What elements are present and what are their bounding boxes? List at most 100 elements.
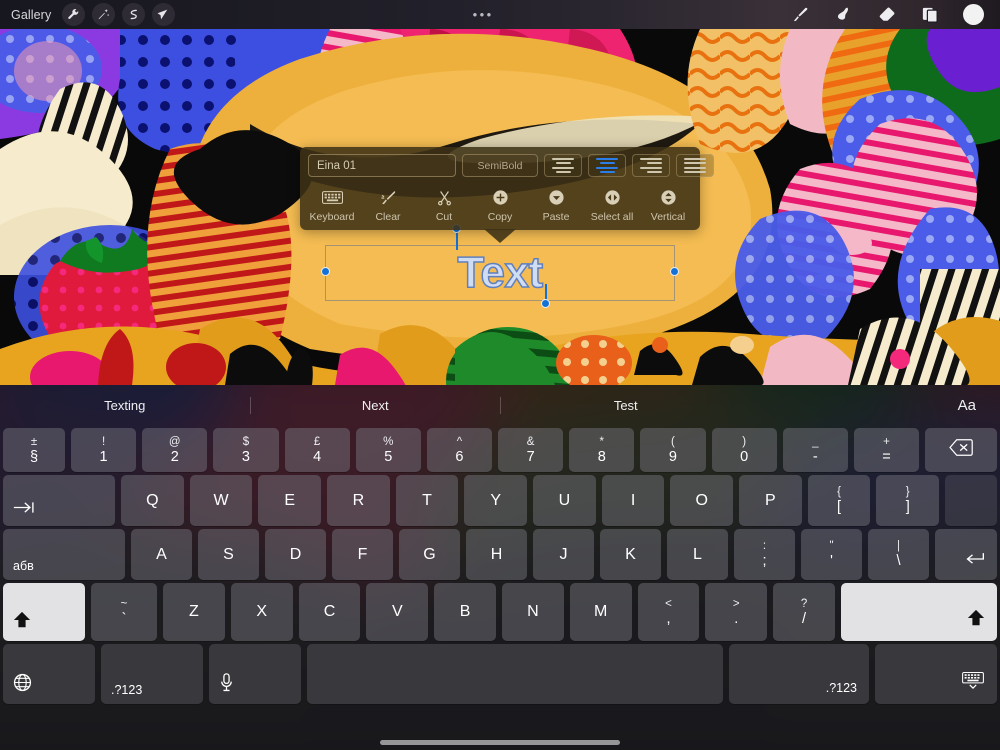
key-j[interactable]: J <box>533 529 594 580</box>
key-filler-right[interactable] <box>945 475 998 526</box>
key-space[interactable] <box>307 644 723 704</box>
key-label: O <box>695 491 708 509</box>
key-hyphen[interactable]: _ - <box>782 428 848 472</box>
key-bottom: 4 <box>313 448 322 465</box>
key-shift-left[interactable] <box>3 583 85 641</box>
align-left-button[interactable] <box>544 154 582 177</box>
wrench-icon[interactable] <box>62 3 86 26</box>
key-c[interactable]: C <box>298 583 361 641</box>
artwork-canvas[interactable]: Text Eina 01 SemiBold Keyboard Clear Cut… <box>0 29 1000 385</box>
key-a[interactable]: A <box>131 529 192 580</box>
key-k[interactable]: K <box>600 529 661 580</box>
key-numeric-right[interactable]: .?123 <box>729 644 869 704</box>
align-right-button[interactable] <box>632 154 670 177</box>
magic-wand-icon[interactable] <box>92 3 116 26</box>
key-8[interactable]: * 8 <box>569 428 635 472</box>
arrow-icon[interactable] <box>152 3 176 26</box>
key-backspace[interactable] <box>925 428 998 472</box>
key-q[interactable]: Q <box>121 475 184 526</box>
suggestion-1[interactable]: Next <box>251 398 501 413</box>
key-numeric-left[interactable]: .?123 <box>101 644 203 704</box>
copy-action[interactable]: Copy <box>472 186 528 223</box>
gallery-button[interactable]: Gallery <box>11 8 51 22</box>
key-shift-right[interactable] <box>840 583 997 641</box>
key-return[interactable] <box>935 529 997 580</box>
text-bounding-box[interactable]: Text <box>321 224 679 308</box>
key-y[interactable]: Y <box>464 475 528 526</box>
key-o[interactable]: O <box>670 475 734 526</box>
key-p[interactable]: P <box>739 475 802 526</box>
more-menu-button[interactable]: ••• <box>473 8 494 21</box>
select-all-action[interactable]: Select all <box>584 186 640 223</box>
key-comma[interactable]: < , <box>637 583 700 641</box>
key-g[interactable]: G <box>399 529 460 580</box>
key-9[interactable]: ( 9 <box>640 428 706 472</box>
key-f[interactable]: F <box>332 529 393 580</box>
key-tilde[interactable]: ~ ` <box>91 583 157 641</box>
layers-icon[interactable] <box>920 4 940 26</box>
key-5[interactable]: % 5 <box>355 428 421 472</box>
key-i[interactable]: I <box>601 475 665 526</box>
key-bracket-right[interactable]: } ] <box>876 475 940 526</box>
text-format-button[interactable]: Aa <box>958 397 976 414</box>
align-justify-button[interactable] <box>676 154 714 177</box>
key-n[interactable]: N <box>501 583 564 641</box>
align-center-button[interactable] <box>588 154 626 177</box>
clear-action[interactable]: Clear <box>360 186 416 223</box>
key-language-switch[interactable]: абв <box>3 529 125 580</box>
handle-left[interactable] <box>321 267 330 276</box>
key-equals[interactable]: + = <box>853 428 920 472</box>
smudge-icon[interactable] <box>834 4 854 26</box>
paintbrush-icon[interactable] <box>791 4 811 26</box>
key-quote[interactable]: " ' <box>801 529 862 580</box>
key-slash[interactable]: ? / <box>773 583 835 641</box>
key-b[interactable]: B <box>434 583 496 641</box>
key-globe[interactable] <box>3 644 95 704</box>
key-4[interactable]: £ 4 <box>284 428 350 472</box>
key-z[interactable]: Z <box>163 583 225 641</box>
key-l[interactable]: L <box>667 529 728 580</box>
suggestion-2[interactable]: Test <box>501 398 751 413</box>
selection-end-handle[interactable] <box>541 299 550 308</box>
key-t[interactable]: T <box>395 475 459 526</box>
key-label: X <box>256 603 268 620</box>
key-s[interactable]: S <box>198 529 259 580</box>
font-name-field[interactable]: Eina 01 <box>308 154 456 177</box>
key-d[interactable]: D <box>265 529 326 580</box>
key-x[interactable]: X <box>230 583 293 641</box>
key-tab[interactable] <box>3 475 115 526</box>
key-backslash[interactable]: | \ <box>868 529 929 580</box>
paste-action[interactable]: Paste <box>528 186 584 223</box>
keyboard-action[interactable]: Keyboard <box>304 186 360 223</box>
key-semicolon[interactable]: : ; <box>734 529 795 580</box>
key-label: R <box>352 491 365 509</box>
key-label: H <box>490 545 503 563</box>
suggestion-0[interactable]: Texting <box>0 398 250 413</box>
handle-right[interactable] <box>670 267 679 276</box>
key-bracket-left[interactable]: { [ <box>807 475 871 526</box>
cut-action[interactable]: Cut <box>416 186 472 223</box>
eraser-icon[interactable] <box>877 4 897 26</box>
key-0[interactable]: ) 0 <box>711 428 777 472</box>
key-microphone[interactable] <box>209 644 301 704</box>
key-h[interactable]: H <box>466 529 527 580</box>
key-section[interactable]: ± § <box>3 428 65 472</box>
color-swatch-icon[interactable] <box>963 4 984 25</box>
text-layer-value[interactable]: Text <box>326 247 674 298</box>
key-m[interactable]: M <box>569 583 632 641</box>
key-w[interactable]: W <box>189 475 253 526</box>
key-u[interactable]: U <box>533 475 596 526</box>
key-6[interactable]: ^ 6 <box>426 428 493 472</box>
key-dismiss-keyboard[interactable] <box>875 644 997 704</box>
key-7[interactable]: & 7 <box>498 428 564 472</box>
key-1[interactable]: ! 1 <box>71 428 137 472</box>
key-period[interactable]: > . <box>705 583 768 641</box>
vertical-action[interactable]: Vertical <box>640 186 696 223</box>
key-r[interactable]: R <box>327 475 390 526</box>
key-v[interactable]: V <box>366 583 429 641</box>
font-style-field[interactable]: SemiBold <box>462 154 538 177</box>
key-3[interactable]: $ 3 <box>213 428 279 472</box>
key-e[interactable]: E <box>258 475 322 526</box>
s-curve-icon[interactable] <box>122 3 146 26</box>
key-2[interactable]: @ 2 <box>142 428 208 472</box>
